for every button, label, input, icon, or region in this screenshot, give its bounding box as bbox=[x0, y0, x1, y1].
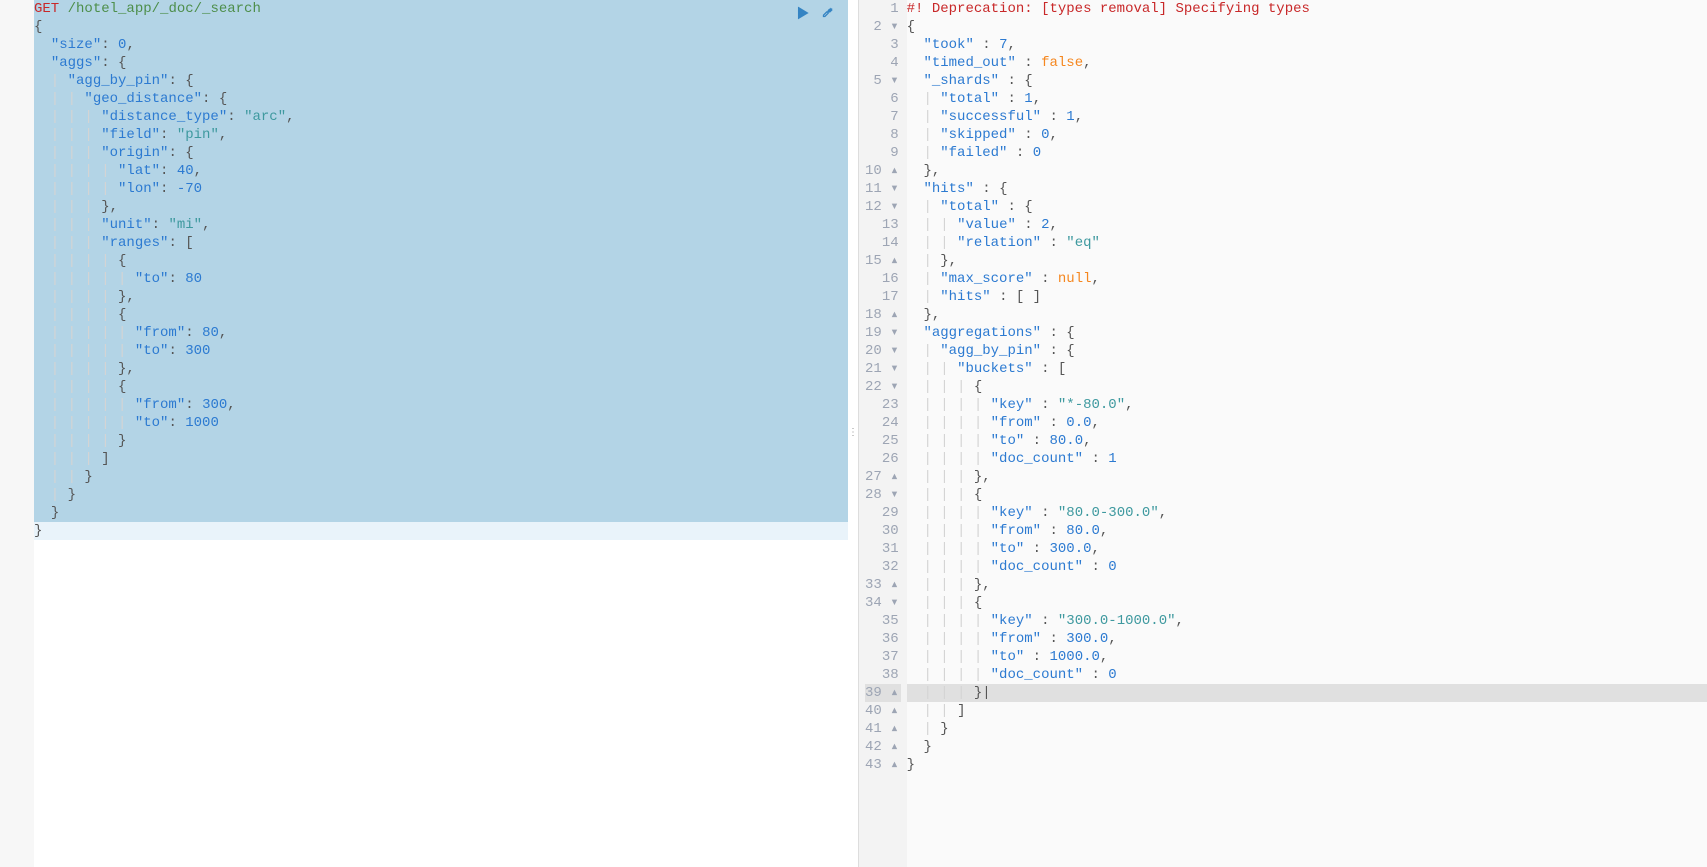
gutter-line: 26 bbox=[865, 450, 901, 468]
gutter-line: 8 bbox=[865, 126, 901, 144]
gutter-line: 4 bbox=[865, 54, 901, 72]
gutter-line: 9 bbox=[865, 144, 901, 162]
gutter-line: 43 ▴ bbox=[865, 756, 901, 774]
gutter-line: 22 ▾ bbox=[865, 378, 901, 396]
gutter-line: 40 ▴ bbox=[865, 702, 901, 720]
gutter-line: 37 bbox=[865, 648, 901, 666]
gutter-line: 41 ▴ bbox=[865, 720, 901, 738]
gutter-line: 34 ▾ bbox=[865, 594, 901, 612]
gutter-line: 39 ▴ bbox=[865, 684, 901, 702]
gutter-line: 30 bbox=[865, 522, 901, 540]
gutter-line: 13 bbox=[865, 216, 901, 234]
gutter-line: 2 ▾ bbox=[865, 18, 901, 36]
gutter-line: 3 bbox=[865, 36, 901, 54]
gutter-line: 18 ▴ bbox=[865, 306, 901, 324]
gutter-line: 21 ▾ bbox=[865, 360, 901, 378]
gutter-line: 28 ▾ bbox=[865, 486, 901, 504]
gutter-line: 20 ▾ bbox=[865, 342, 901, 360]
gutter-line: 11 ▾ bbox=[865, 180, 901, 198]
gutter-line: 33 ▴ bbox=[865, 576, 901, 594]
gutter-line: 6 bbox=[865, 90, 901, 108]
gutter-line: 31 bbox=[865, 540, 901, 558]
request-editor-body[interactable]: GET /hotel_app/_doc/_search { "size": 0,… bbox=[34, 0, 848, 867]
response-body[interactable]: #! Deprecation: [types removal] Specifyi… bbox=[907, 0, 1707, 867]
gutter-line: 23 bbox=[865, 396, 901, 414]
gutter-line: 24 bbox=[865, 414, 901, 432]
gutter-line: 29 bbox=[865, 504, 901, 522]
gutter-line: 25 bbox=[865, 432, 901, 450]
request-line-gutter bbox=[0, 0, 34, 867]
response-line-gutter: 1 2 ▾ 3 4 5 ▾ 6 7 8 9 10 ▴ 11 ▾ 12 ▾ 13 … bbox=[859, 0, 907, 867]
gutter-line: 32 bbox=[865, 558, 901, 576]
gutter-line: 16 bbox=[865, 270, 901, 288]
gutter-line: 42 ▴ bbox=[865, 738, 901, 756]
request-actions-toolbar bbox=[794, 4, 836, 22]
run-request-icon[interactable] bbox=[794, 4, 812, 22]
gutter-line: 35 bbox=[865, 612, 901, 630]
pane-splitter[interactable]: ⋮ bbox=[848, 0, 858, 867]
response-viewer-pane: 1 2 ▾ 3 4 5 ▾ 6 7 8 9 10 ▴ 11 ▾ 12 ▾ 13 … bbox=[858, 0, 1707, 867]
gutter-line: 5 ▾ bbox=[865, 72, 901, 90]
gutter-line: 7 bbox=[865, 108, 901, 126]
gutter-line: 10 ▴ bbox=[865, 162, 901, 180]
gutter-line: 19 ▾ bbox=[865, 324, 901, 342]
wrench-icon[interactable] bbox=[818, 4, 836, 22]
gutter-line: 17 bbox=[865, 288, 901, 306]
gutter-line: 14 bbox=[865, 234, 901, 252]
gutter-line: 1 bbox=[865, 0, 901, 18]
gutter-line: 27 ▴ bbox=[865, 468, 901, 486]
gutter-line: 12 ▾ bbox=[865, 198, 901, 216]
gutter-line: 38 bbox=[865, 666, 901, 684]
gutter-line: 15 ▴ bbox=[865, 252, 901, 270]
gutter-line: 36 bbox=[865, 630, 901, 648]
request-editor-pane: GET /hotel_app/_doc/_search { "size": 0,… bbox=[0, 0, 848, 867]
